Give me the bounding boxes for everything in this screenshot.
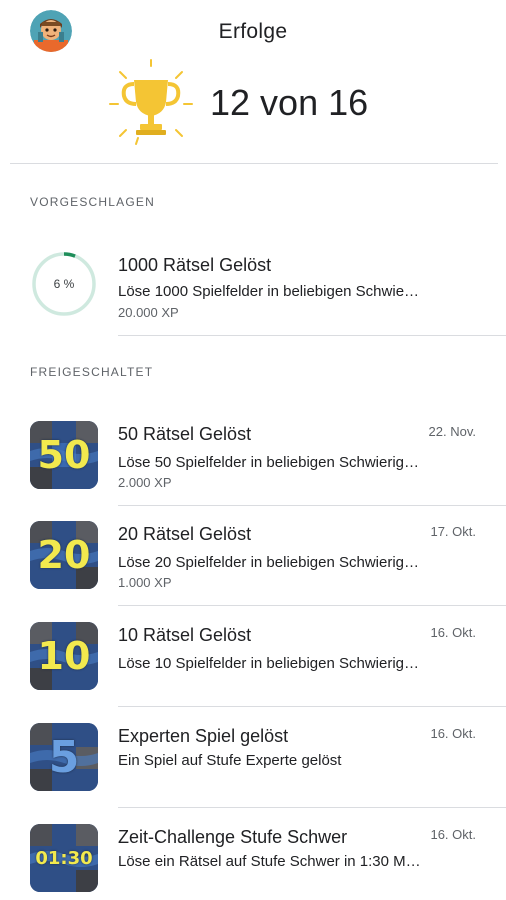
achievements-screen: Erfolge 12 von 16 VORGESCHLAGEN 6 % 1000… [0,0,506,900]
achievement-date: 17. Okt. [430,524,476,539]
trophy-icon [109,59,193,145]
achievement-date: 16. Okt. [430,827,476,842]
achievement-row-time-challenge[interactable]: 01:30 Zeit-Challenge Stufe Schwer 16. Ok… [0,824,506,900]
achievement-date: 16. Okt. [430,726,476,741]
achievement-badge: 5 [30,723,98,791]
achievement-title: 10 Rätsel Gelöst [118,625,252,645]
achievement-description: Löse 10 Spielfelder in beliebigen Schwie… [118,655,420,672]
achievement-date: 16. Okt. [430,625,476,640]
row-divider [118,605,506,606]
achievement-row-20[interactable]: 20 20 Rätsel Gelöst 17. Okt. Löse 20 Spi… [0,521,506,621]
achievement-score: 12 von 16 [210,82,369,123]
achievement-row-10[interactable]: 10 10 Rätsel Gelöst 16. Okt. Löse 10 Spi… [0,622,506,722]
row-divider [118,807,506,808]
achievement-title: Experten Spiel gelöst [118,726,289,746]
achievement-row-50[interactable]: 50 50 Rätsel Gelöst 22. Nov. Löse 50 Spi… [0,421,506,521]
badge-label: 50 [37,433,91,477]
achievement-badge: 01:30 [30,824,98,892]
achievement-title: Zeit-Challenge Stufe Schwer [118,827,348,847]
achievement-description: Löse 1000 Spielfelder in beliebigen Schw… [118,283,420,300]
achievement-description: Löse ein Rätsel auf Stufe Schwer in 1:30… [118,853,421,870]
achievement-date: 22. Nov. [428,424,476,439]
achievement-xp: 1.000 XP [118,575,172,590]
badge-label: 20 [37,533,91,577]
badge-label: 5 [48,731,80,783]
achievement-badge: 50 [30,421,98,489]
badge-label: 10 [37,634,91,678]
row-divider [118,335,506,336]
achievement-row-expert[interactable]: 5 Experten Spiel gelöst 16. Okt. Ein Spi… [0,723,506,823]
header-divider [10,163,498,164]
badge-label: 01:30 [35,847,93,869]
achievement-badge: 20 [30,521,98,589]
section-label-unlocked: FREIGESCHALTET [30,365,154,379]
row-divider [118,505,506,506]
achievement-xp: 2.000 XP [118,475,172,490]
achievement-title: 50 Rätsel Gelöst [118,424,252,444]
row-divider [118,706,506,707]
achievement-description: Löse 20 Spielfelder in beliebigen Schwie… [118,554,420,571]
page-title: Erfolge [218,20,288,43]
achievement-badge: 10 [30,622,98,690]
achievement-description: Löse 50 Spielfelder in beliebigen Schwie… [118,454,420,471]
achievement-title: 20 Rätsel Gelöst [118,524,252,544]
progress-ring: 6 % [30,250,98,318]
achievement-description: Ein Spiel auf Stufe Experte gelöst [118,752,342,769]
achievement-title: 1000 Rätsel Gelöst [118,255,272,275]
section-label-suggested: VORGESCHLAGEN [30,195,155,209]
progress-percent: 6 % [53,277,75,291]
achievement-xp: 20.000 XP [118,305,179,320]
